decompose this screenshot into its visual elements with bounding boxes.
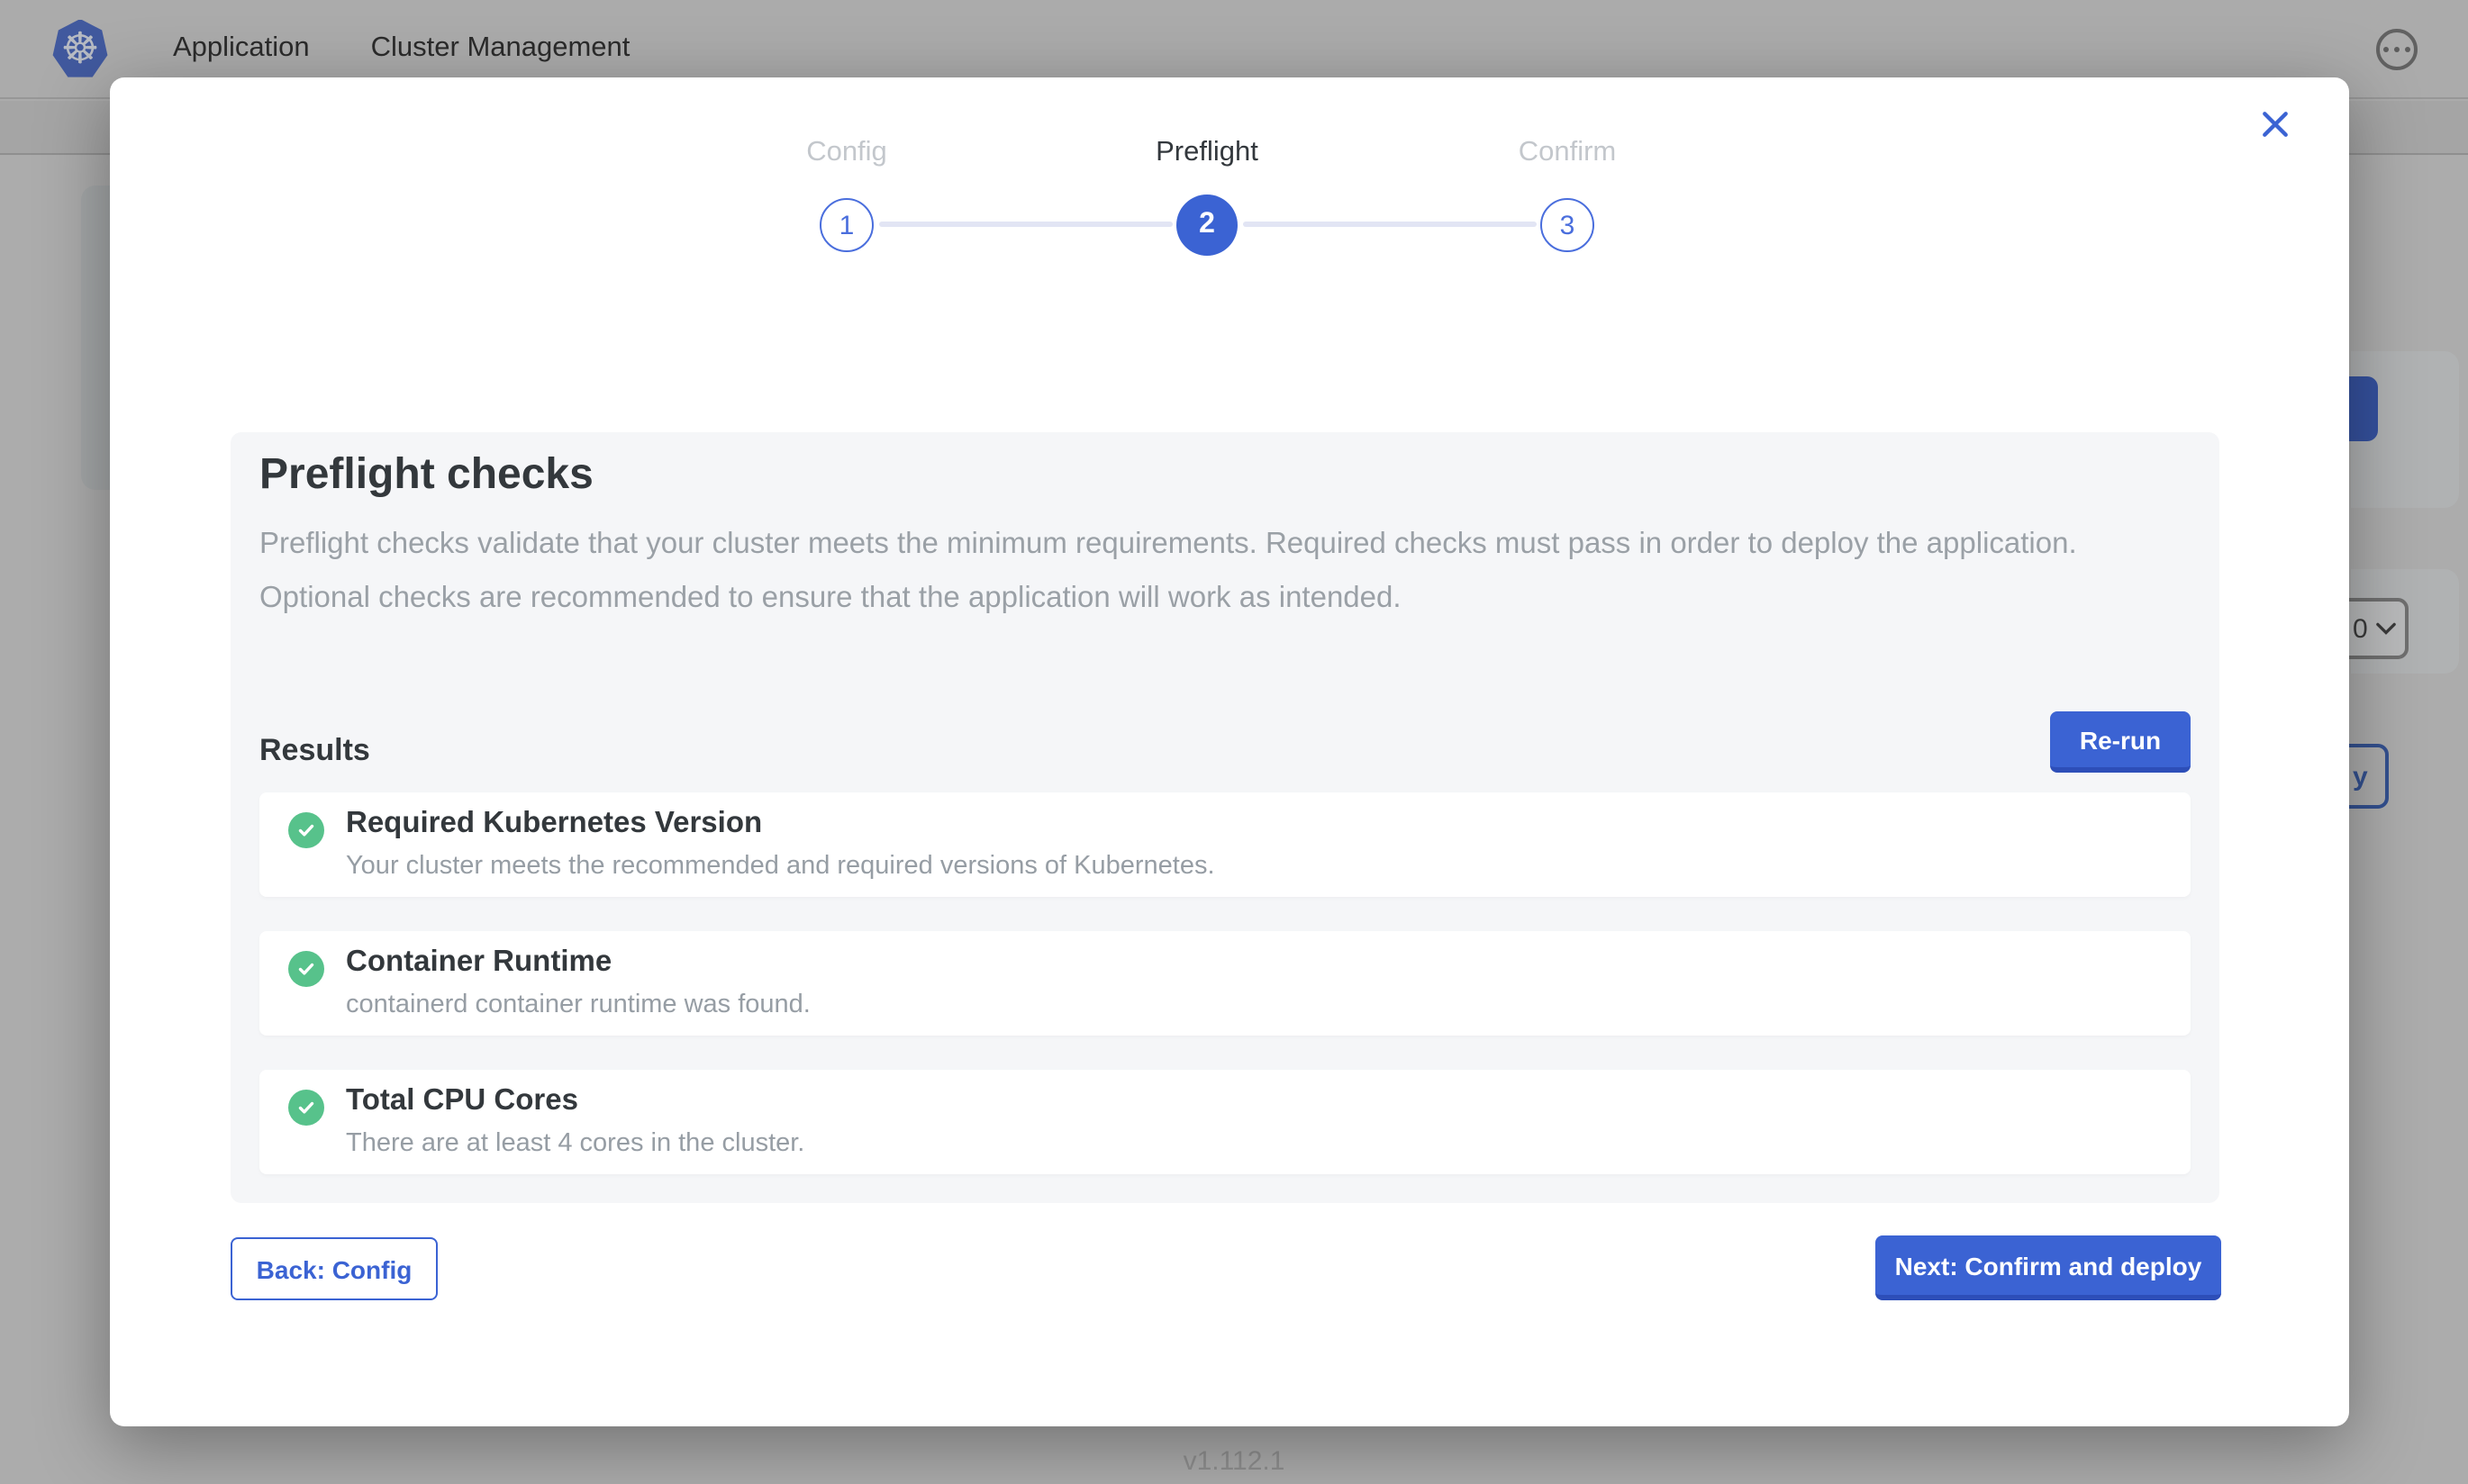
check-title: Total CPU Cores xyxy=(346,1084,578,1118)
next-confirm-deploy-button[interactable]: Next: Confirm and deploy xyxy=(1875,1235,2221,1300)
check-circle-icon xyxy=(288,1090,324,1126)
check-description: Your cluster meets the recommended and r… xyxy=(346,852,1215,881)
background-outline-button-label: y xyxy=(2353,761,2368,792)
check-title: Container Runtime xyxy=(346,946,612,980)
step-connector xyxy=(1243,222,1537,227)
check-description: There are at least 4 cores in the cluste… xyxy=(346,1129,804,1158)
nav-tabs: Application Cluster Management xyxy=(173,32,630,65)
check-row-container-runtime: Container Runtime containerd container r… xyxy=(259,931,2191,1036)
app-version: v1.112.1 xyxy=(0,1446,2468,1477)
nav-tab-cluster-management[interactable]: Cluster Management xyxy=(371,32,631,65)
results-label: Results xyxy=(259,733,370,769)
ellipsis-icon[interactable] xyxy=(2376,29,2418,70)
screen: ☸ Application Cluster Management 0 y v1.… xyxy=(0,0,2468,1484)
nav-tab-application[interactable]: Application xyxy=(173,32,310,65)
step-circle-config: 1 xyxy=(820,198,874,252)
step-connector xyxy=(879,222,1173,227)
check-title: Required Kubernetes Version xyxy=(346,807,762,841)
check-description: containerd container runtime was found. xyxy=(346,991,811,1019)
preflight-description: Preflight checks validate that your clus… xyxy=(259,517,2165,625)
preflight-card: Preflight checks Preflight checks valida… xyxy=(231,432,2219,1203)
step-circle-confirm: 3 xyxy=(1540,198,1594,252)
preflight-title: Preflight checks xyxy=(259,450,594,501)
check-circle-icon xyxy=(288,812,324,848)
kubernetes-helm-icon: ☸ xyxy=(52,19,108,78)
step-label-preflight: Preflight xyxy=(1081,137,1333,169)
chevron-down-icon xyxy=(2376,621,2396,636)
step-circle-preflight: 2 xyxy=(1176,195,1238,256)
step-label-config: Config xyxy=(721,137,973,169)
preflight-modal: Config Preflight Confirm 1 2 3 Preflight… xyxy=(110,77,2349,1426)
background-dropdown-value: 0 xyxy=(2353,613,2368,644)
check-circle-icon xyxy=(288,951,324,987)
check-row-kubernetes-version: Required Kubernetes Version Your cluster… xyxy=(259,792,2191,897)
back-config-button[interactable]: Back: Config xyxy=(231,1237,438,1300)
close-icon[interactable] xyxy=(2255,104,2295,144)
check-row-total-cpu-cores: Total CPU Cores There are at least 4 cor… xyxy=(259,1070,2191,1174)
step-label-confirm: Confirm xyxy=(1441,137,1693,169)
background-outline-button-fragment[interactable]: y xyxy=(2346,744,2389,809)
rerun-button[interactable]: Re-run xyxy=(2050,711,2191,773)
